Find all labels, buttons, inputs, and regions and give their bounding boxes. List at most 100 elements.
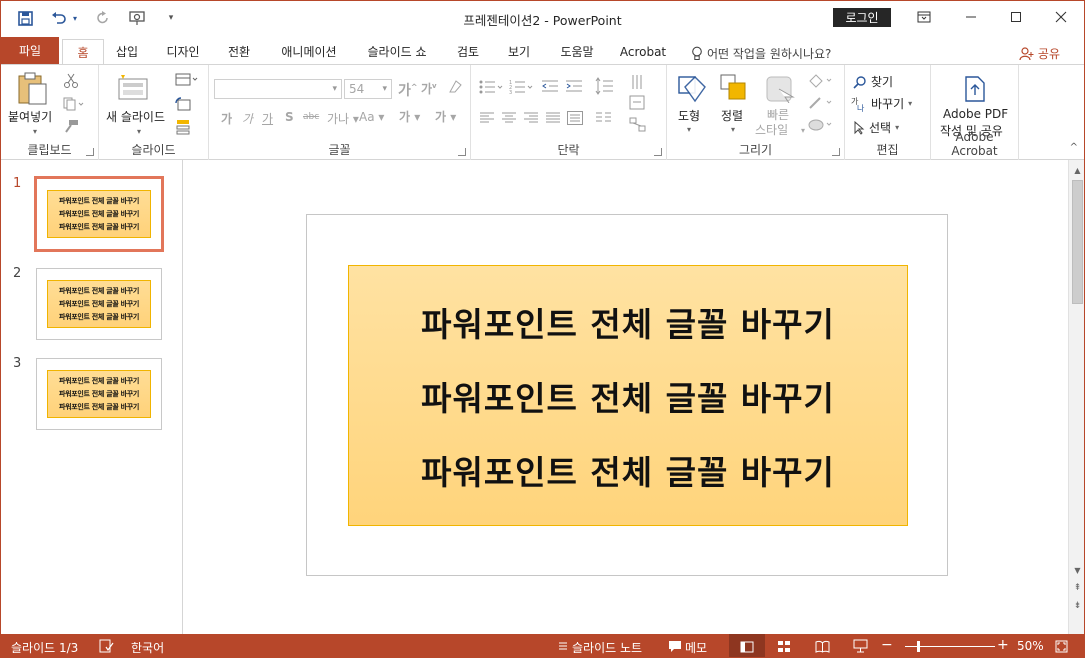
create-pdf-label-1[interactable]: Adobe PDF xyxy=(943,107,1008,121)
scroll-up-icon[interactable]: ▲ xyxy=(1069,162,1084,178)
layout-icon[interactable] xyxy=(175,73,199,90)
arrange-icon[interactable] xyxy=(719,73,749,106)
ribbon-display-options-icon[interactable] xyxy=(904,5,944,29)
slide-textbox[interactable]: 파워포인트 전체 글꼴 바꾸기 파워포인트 전체 글꼴 바꾸기 파워포인트 전체… xyxy=(348,265,908,526)
maximize-icon[interactable] xyxy=(996,5,1036,29)
normal-view-icon[interactable] xyxy=(729,634,765,657)
tab-acrobat[interactable]: Acrobat xyxy=(614,39,672,64)
font-size-combo[interactable]: 54 xyxy=(344,79,392,99)
slide-text-line[interactable]: 파워포인트 전체 글꼴 바꾸기 xyxy=(421,446,835,494)
zoom-in-icon[interactable]: + xyxy=(997,637,1009,653)
italic-icon[interactable]: 가 xyxy=(242,110,253,127)
cut-icon[interactable] xyxy=(63,73,79,92)
arrange-button[interactable]: 정렬 xyxy=(721,107,743,124)
replace-button[interactable]: 가나 바꾸기 ▾ xyxy=(851,95,912,112)
paste-button[interactable]: 붙여넣기 xyxy=(8,108,52,125)
shrink-font-icon[interactable]: 가v xyxy=(421,80,437,97)
notes-button[interactable]: 슬라이드 노트 xyxy=(572,639,642,656)
zoom-out-icon[interactable]: − xyxy=(881,637,893,653)
present-from-start-icon[interactable] xyxy=(127,8,147,28)
select-button[interactable]: 선택 ▾ xyxy=(853,119,899,136)
paste-dropdown-icon[interactable]: ▾ xyxy=(33,127,37,136)
shape-outline-icon[interactable] xyxy=(807,95,837,114)
format-painter-icon[interactable] xyxy=(63,119,79,136)
align-center-icon[interactable] xyxy=(501,111,517,128)
bold-icon[interactable]: 가 xyxy=(221,110,232,127)
text-direction-icon[interactable] xyxy=(629,73,647,94)
strikethrough-icon[interactable]: abc xyxy=(303,112,319,122)
char-spacing-icon[interactable]: 가나 ▾ xyxy=(327,110,359,127)
tab-view[interactable]: 보기 xyxy=(499,39,539,64)
slide-thumbnail-2[interactable]: 파워포인트 전체 글꼴 바꾸기 파워포인트 전체 글꼴 바꾸기 파워포인트 전체… xyxy=(36,268,162,340)
new-slide-dropdown-icon[interactable]: ▾ xyxy=(137,127,141,136)
justify-icon[interactable] xyxy=(545,111,561,128)
tab-transitions[interactable]: 전환 xyxy=(217,39,261,64)
arrange-dropdown-icon[interactable]: ▾ xyxy=(731,125,735,134)
tab-slideshow[interactable]: 슬라이드 쇼 xyxy=(357,39,437,64)
shadow-icon[interactable]: S xyxy=(285,110,294,124)
next-slide-icon[interactable]: ⇟ xyxy=(1069,598,1084,614)
bullets-icon[interactable] xyxy=(479,79,505,98)
spelling-icon[interactable] xyxy=(99,639,114,656)
vertical-scrollbar[interactable]: ▲ ▼ ⇞ ⇟ xyxy=(1068,160,1084,634)
align-left-icon[interactable] xyxy=(479,111,495,128)
slide-text-line[interactable]: 파워포인트 전체 글꼴 바꾸기 xyxy=(421,372,835,420)
tab-review[interactable]: 검토 xyxy=(448,39,488,64)
tell-me-search[interactable]: 어떤 작업을 원하시나요? xyxy=(691,45,831,62)
previous-slide-icon[interactable]: ⇞ xyxy=(1069,580,1084,596)
paste-icon[interactable] xyxy=(15,71,49,110)
slide-sorter-icon[interactable] xyxy=(777,640,791,656)
slide-thumbnail-1[interactable]: 파워포인트 전체 글꼴 바꾸기 파워포인트 전체 글꼴 바꾸기 파워포인트 전체… xyxy=(34,176,164,252)
create-pdf-icon[interactable] xyxy=(963,75,987,106)
reading-view-icon[interactable] xyxy=(815,640,830,656)
tab-file[interactable]: 파일 xyxy=(1,37,59,64)
find-button[interactable]: 찾기 xyxy=(853,73,893,90)
distributed-icon[interactable] xyxy=(567,111,583,128)
undo-icon[interactable] xyxy=(49,8,69,28)
highlight-icon[interactable]: 가 ▾ xyxy=(399,108,420,125)
save-icon[interactable] xyxy=(15,8,35,28)
shape-effects-icon[interactable] xyxy=(807,117,837,136)
line-spacing-icon[interactable] xyxy=(595,77,617,98)
decrease-indent-icon[interactable] xyxy=(541,79,559,98)
columns-icon[interactable] xyxy=(595,111,617,128)
grow-font-icon[interactable]: 가^ xyxy=(398,80,418,100)
zoom-level[interactable]: 50% xyxy=(1017,639,1044,653)
tab-insert[interactable]: 삽입 xyxy=(107,39,147,64)
tab-home[interactable]: 홈 xyxy=(62,39,104,65)
increase-indent-icon[interactable] xyxy=(565,79,583,98)
align-text-icon[interactable] xyxy=(629,95,647,114)
scrollbar-thumb[interactable] xyxy=(1072,180,1083,304)
fit-to-window-icon[interactable] xyxy=(1055,640,1068,656)
shapes-dropdown-icon[interactable]: ▾ xyxy=(687,125,691,134)
font-launcher-icon[interactable] xyxy=(458,148,466,156)
current-slide[interactable]: 파워포인트 전체 글꼴 바꾸기 파워포인트 전체 글꼴 바꾸기 파워포인트 전체… xyxy=(306,214,948,576)
clipboard-launcher-icon[interactable] xyxy=(86,148,94,156)
slide-thumbnail-3[interactable]: 파워포인트 전체 글꼴 바꾸기 파워포인트 전체 글꼴 바꾸기 파워포인트 전체… xyxy=(36,358,162,430)
clear-format-icon[interactable] xyxy=(447,79,463,98)
comments-button[interactable]: 메모 xyxy=(685,639,707,656)
login-button[interactable]: 로그인 xyxy=(833,8,891,27)
quick-styles-icon[interactable] xyxy=(765,75,795,106)
section-icon[interactable] xyxy=(175,119,191,138)
tab-animations[interactable]: 애니메이션 xyxy=(273,39,345,64)
tab-design[interactable]: 디자인 xyxy=(157,39,209,64)
font-color-icon[interactable]: 가 ▾ xyxy=(435,108,456,125)
reset-icon[interactable] xyxy=(175,97,191,114)
tab-help[interactable]: 도움말 xyxy=(551,39,603,64)
quick-styles-dropdown-icon[interactable]: ▾ xyxy=(801,126,805,135)
underline-icon[interactable]: 가 xyxy=(262,110,273,127)
new-slide-icon[interactable] xyxy=(117,73,151,110)
minimize-icon[interactable] xyxy=(951,5,991,29)
numbering-icon[interactable]: 123 xyxy=(509,79,535,98)
zoom-slider-knob[interactable] xyxy=(917,641,920,652)
slideshow-icon[interactable] xyxy=(853,639,868,656)
shape-fill-icon[interactable] xyxy=(807,73,837,92)
scroll-down-icon[interactable]: ▼ xyxy=(1069,562,1084,578)
close-icon[interactable] xyxy=(1041,5,1081,29)
shapes-icon[interactable] xyxy=(675,73,707,108)
language[interactable]: 한국어 xyxy=(131,639,164,656)
undo-dropdown-icon[interactable]: ▾ xyxy=(71,8,79,28)
drawing-launcher-icon[interactable] xyxy=(832,148,840,156)
paragraph-launcher-icon[interactable] xyxy=(654,148,662,156)
